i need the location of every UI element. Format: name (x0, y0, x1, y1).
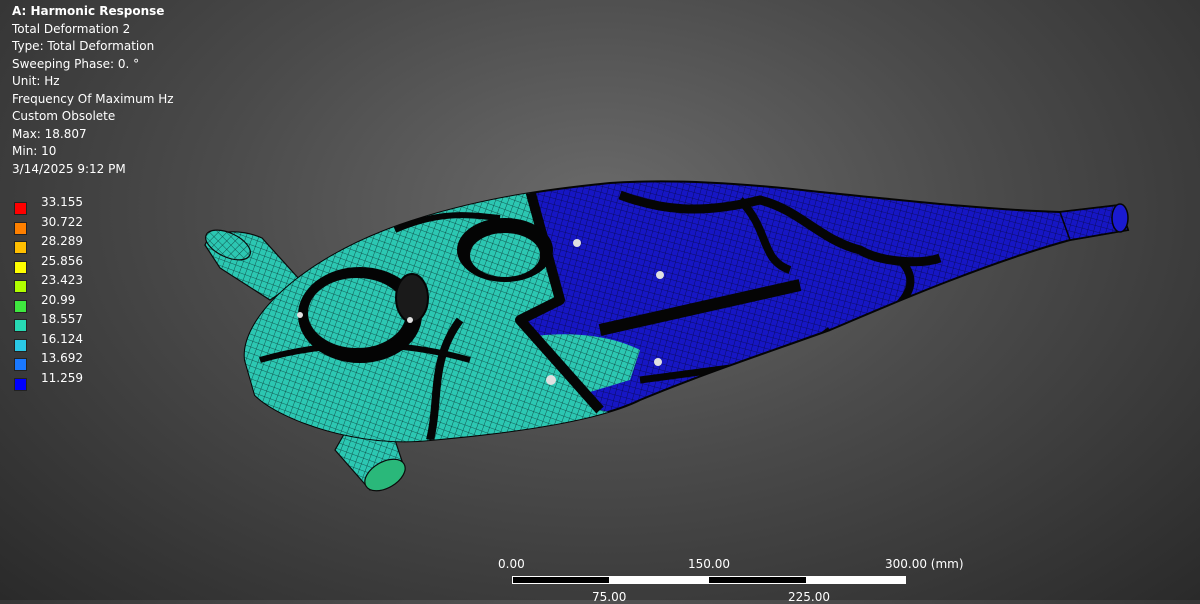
bolt-hole (407, 317, 413, 323)
legend-value: 30.722 (41, 214, 83, 229)
result-name: Total Deformation 2 (12, 21, 131, 36)
legend-swatch (14, 299, 27, 313)
timestamp: 3/14/2025 9:12 PM (12, 161, 126, 176)
legend-swatch (14, 319, 27, 332)
bolt-hole (573, 239, 581, 247)
legend-value: 11.259 (41, 370, 83, 385)
bolt-hole (546, 375, 556, 385)
legend-value: 20.99 (41, 292, 76, 307)
result-info-panel: A: Harmonic Response Total Deformation 2… (12, 3, 174, 178)
bolt-hole (656, 271, 664, 279)
custom-label: Custom Obsolete (12, 109, 116, 123)
max-value: Max: 18.807 (12, 126, 87, 141)
bolt-hole (654, 358, 662, 366)
legend-swatch (14, 241, 27, 254)
legend-swatch (14, 280, 27, 293)
legend-value: 16.124 (41, 331, 83, 346)
legend-swatch (14, 260, 27, 274)
legend-value: 28.289 (41, 234, 83, 248)
legend-value: 18.557 (41, 312, 83, 326)
legend-swatch (14, 377, 27, 391)
legend-swatch (14, 202, 27, 215)
outlet-pipe (1058, 203, 1129, 241)
legend-value: 13.692 (41, 351, 83, 365)
legend-swatch (14, 221, 27, 235)
legend-value: 33.155 (41, 195, 83, 209)
sweeping-phase: Sweeping Phase: 0. ° (12, 56, 140, 71)
legend-value: 23.423 (41, 273, 83, 287)
legend-swatch (14, 358, 27, 371)
model-body (243, 180, 1130, 443)
analysis-title: A: Harmonic Response (12, 4, 165, 18)
port-hole (395, 273, 429, 323)
min-value: Min: 10 (12, 144, 57, 158)
legend-value: 25.856 (41, 253, 83, 268)
bolt-hole (297, 312, 303, 318)
result-unit: Unit: Hz (12, 74, 60, 88)
frequency-label: Frequency Of Maximum Hz (12, 91, 174, 106)
legend-swatch (14, 338, 27, 352)
result-type: Type: Total Deformation (12, 39, 155, 53)
model-viewport[interactable] (0, 0, 1200, 600)
